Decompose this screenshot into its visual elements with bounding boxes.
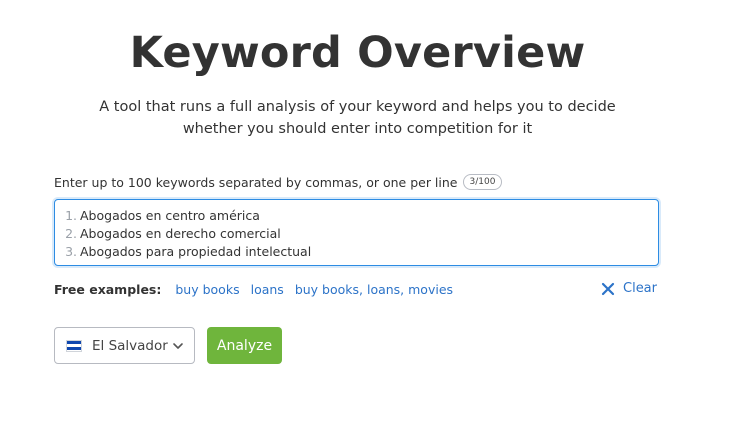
keywords-field-label: Enter up to 100 keywords separated by co…: [54, 174, 503, 190]
keywords-input[interactable]: 1. Abogados en centro américa 2. Abogado…: [54, 199, 659, 266]
close-icon: [601, 282, 615, 295]
keyword-line-text[interactable]: Abogados para propiedad intelectual: [80, 244, 311, 259]
database-select-value: El Salvador: [92, 337, 168, 354]
clear-label: Clear: [623, 281, 657, 296]
page-title: Keyword Overview: [129, 28, 586, 78]
example-link-buy-books-loans-movies[interactable]: buy books, loans, movies: [295, 282, 453, 297]
keyword-line[interactable]: 1. Abogados en centro américa: [55, 206, 658, 224]
free-examples-label: Free examples:: [54, 282, 162, 297]
keyword-line-number: 2.: [65, 225, 77, 241]
free-examples: Free examples: buy books loans buy books…: [54, 282, 464, 297]
keyword-line[interactable]: 2. Abogados en derecho comercial: [55, 224, 658, 242]
keyword-line-number: 1.: [65, 207, 77, 223]
keyword-line-number: 3.: [65, 243, 77, 259]
keywords-label-text: Enter up to 100 keywords separated by co…: [54, 174, 458, 190]
analyze-button[interactable]: Analyze: [207, 327, 282, 364]
page-subtitle: A tool that runs a full analysis of your…: [0, 96, 715, 140]
el-salvador-flag-icon: [66, 339, 82, 352]
keyword-line-text[interactable]: Abogados en derecho comercial: [80, 226, 281, 241]
example-link-loans[interactable]: loans: [251, 282, 284, 297]
example-link-buy-books[interactable]: buy books: [175, 282, 239, 297]
keyword-overview-page: Keyword Overview A tool that runs a full…: [0, 0, 750, 434]
subtitle-line-1: A tool that runs a full analysis of your…: [99, 99, 616, 115]
keyword-line[interactable]: 3. Abogados para propiedad intelectual: [55, 242, 658, 260]
subtitle-line-2: whether you should enter into competitio…: [182, 121, 533, 137]
clear-button[interactable]: Clear: [601, 281, 657, 296]
database-select[interactable]: El Salvador: [54, 327, 195, 364]
chevron-down-icon: [173, 342, 183, 349]
keyword-line-text[interactable]: Abogados en centro américa: [80, 208, 260, 223]
keyword-counter-badge: 3/100: [462, 174, 503, 190]
